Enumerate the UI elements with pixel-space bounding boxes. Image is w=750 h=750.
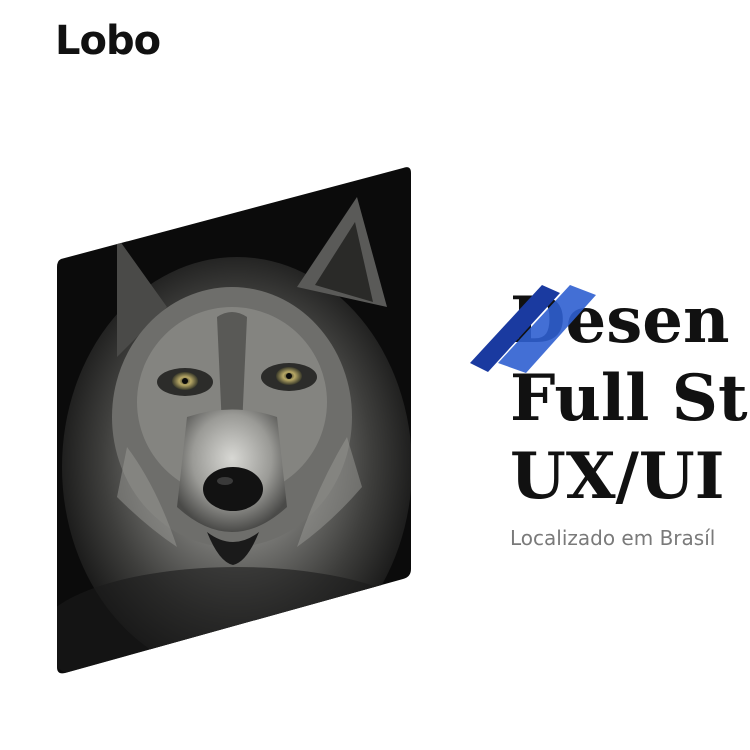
location-text: Localizado em Brasíl xyxy=(510,526,716,550)
site-logo[interactable]: Lobo xyxy=(55,18,161,64)
hero-photo xyxy=(57,167,411,674)
accent-slash-icon xyxy=(470,285,596,373)
wolf-photo-icon xyxy=(57,167,411,674)
hero-title-line-3: UX/UI xyxy=(510,439,725,514)
